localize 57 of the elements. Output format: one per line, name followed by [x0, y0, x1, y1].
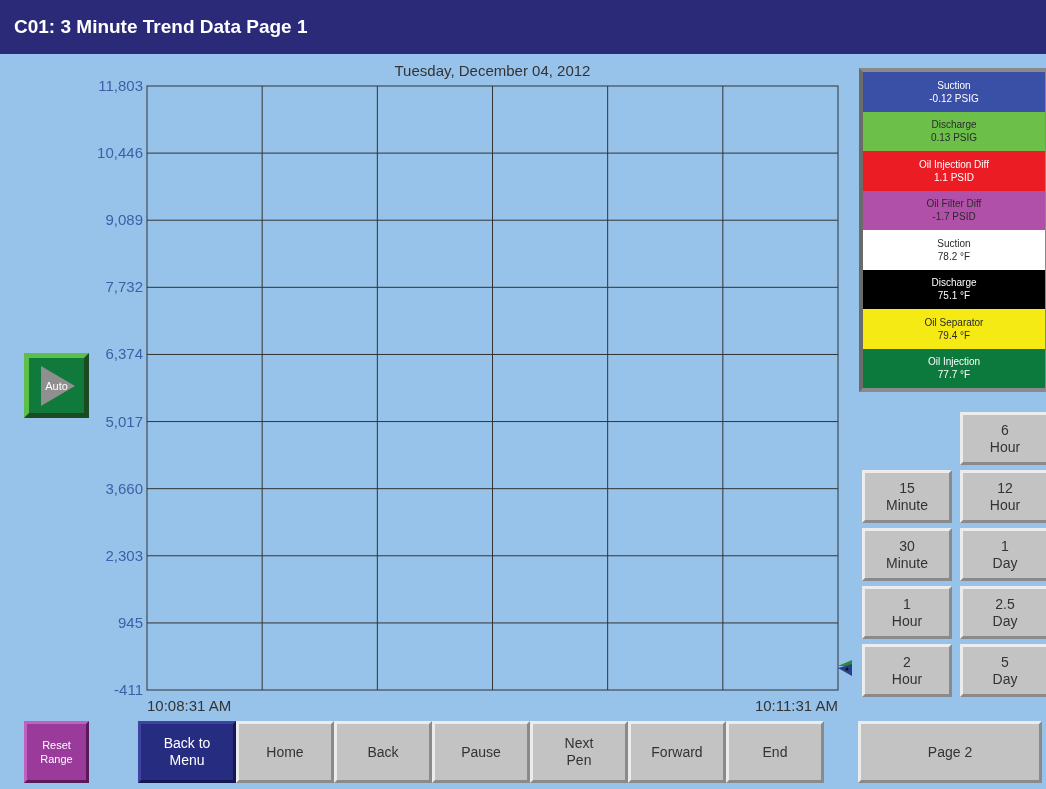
time-range-button[interactable]: 5 Day [960, 644, 1046, 697]
time-range-button[interactable]: 6 Hour [960, 412, 1046, 465]
y-axis-label: 9,089 [105, 211, 143, 229]
y-axis-label: 945 [117, 613, 143, 631]
y-axis-label: 7,732 [105, 278, 143, 296]
y-axis-label: 10,446 [97, 144, 143, 162]
legend-entry[interactable]: Suction -0.12 PSIG [863, 72, 1045, 112]
y-axis-label: 5,017 [105, 412, 143, 430]
pen-name: Discharge [931, 118, 977, 132]
window-title: C01: 3 Minute Trend Data Page 1 [14, 16, 308, 38]
legend-entry[interactable]: Discharge 0.13 PSIG [863, 111, 1045, 151]
y-axis-label: -411 [114, 681, 143, 698]
pen-name: Oil Separator [924, 315, 984, 329]
pen-reading: -0.12 PSIG [929, 91, 979, 105]
legend-entry[interactable]: Discharge 75.1 °F [863, 269, 1045, 309]
y-axis-label: 3,660 [105, 479, 143, 497]
legend-entry[interactable]: Oil Injection 77.7 °F [863, 348, 1045, 388]
navigation-button[interactable]: Next Pen [530, 721, 628, 783]
navigation-button[interactable]: Pause [432, 721, 530, 783]
pen-name: Discharge [931, 276, 977, 290]
time-range-button[interactable]: 2 Hour [862, 644, 952, 697]
navigation-button[interactable]: End [726, 721, 824, 783]
pen-name: Suction [937, 236, 971, 250]
pen-name: Oil Injection [927, 355, 981, 369]
chart-title: Tuesday, December 04, 2012 [394, 62, 591, 79]
time-range-button[interactable]: 1 Hour [862, 586, 952, 639]
time-range-button[interactable]: 30 Minute [862, 528, 952, 581]
legend-entry[interactable]: Oil Injection Diff 1.1 PSID [863, 151, 1045, 191]
y-axis-label: 11,803 [98, 77, 143, 94]
pen-reading: 77.7 °F [937, 368, 971, 382]
pen-reading: 75.1 °F [937, 289, 971, 303]
pen-name: Oil Filter Diff [926, 197, 982, 211]
y-axis-label: 2,303 [105, 546, 143, 564]
y-axis-label: 6,374 [105, 345, 143, 363]
pen-reading: 79.4 °F [937, 328, 971, 342]
navigation-button[interactable]: Forward [628, 721, 726, 783]
navigation-button[interactable]: Home [236, 721, 334, 783]
reset-range-button[interactable]: Reset Range [24, 721, 89, 783]
navigation-button[interactable]: Back [334, 721, 432, 783]
time-range-button[interactable]: 12 Hour [960, 470, 1046, 523]
legend-entry[interactable]: Oil Separator 79.4 °F [863, 309, 1045, 349]
menu-button[interactable]: Back to Menu [138, 721, 236, 783]
pen-name: Suction [937, 78, 971, 92]
pen-marker-icon[interactable] [838, 660, 852, 676]
x-axis-label: 10:11:31 AM [754, 697, 838, 714]
time-range-button[interactable]: 15 Minute [862, 470, 952, 523]
play-icon [38, 365, 75, 406]
pen-name: Oil Injection Diff [919, 157, 989, 171]
time-range-button[interactable]: 2.5 Day [960, 586, 1046, 639]
pen-reading: -1.7 PSID [932, 210, 976, 224]
legend-entry[interactable]: Suction 78.2 °F [863, 230, 1045, 270]
pen-reading: 1.1 PSID [934, 170, 974, 184]
navigation-button[interactable]: Page 2 [858, 721, 1042, 783]
pen-reading: 0.13 PSIG [930, 131, 978, 145]
time-range-button[interactable]: 1 Day [960, 528, 1046, 581]
x-axis-label: 10:08:31 AM [147, 697, 232, 714]
pen-reading: 78.2 °F [937, 249, 971, 263]
